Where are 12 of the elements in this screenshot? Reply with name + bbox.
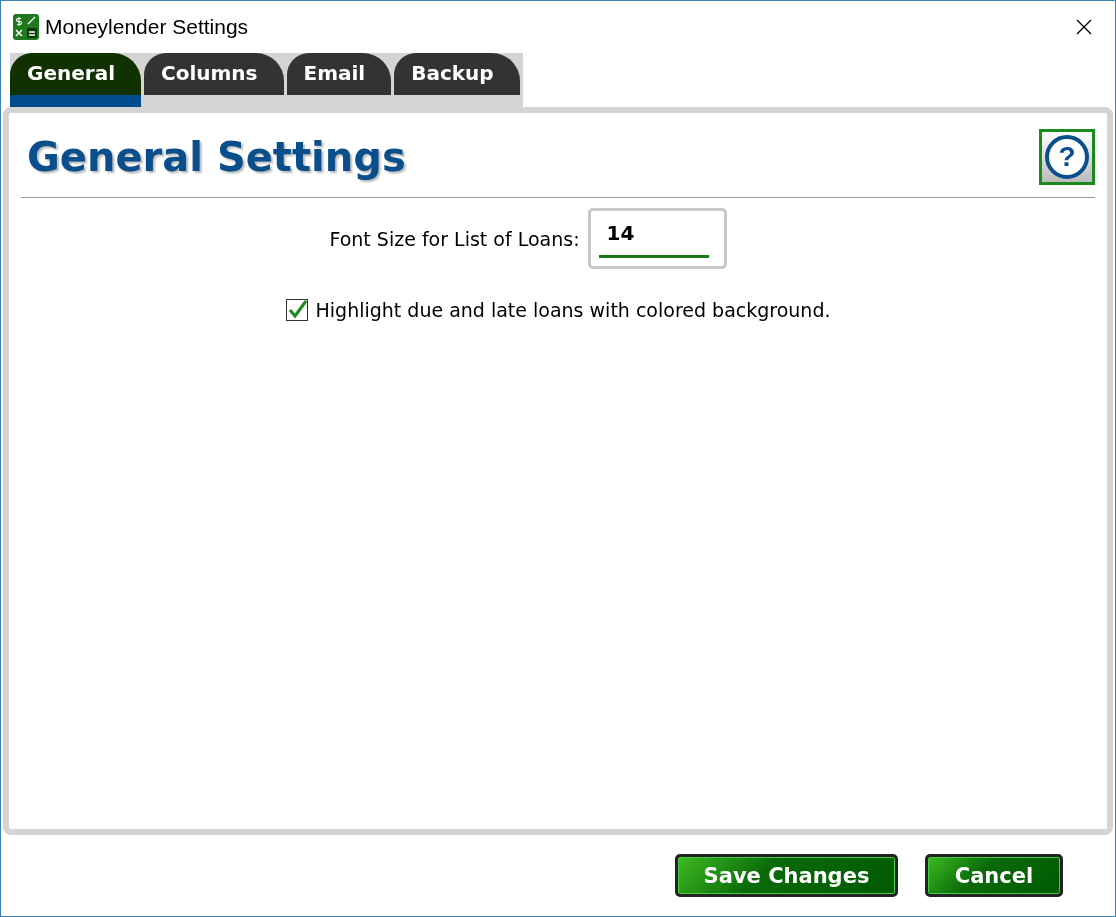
checkbox-label: Highlight due and late loans with colored background. bbox=[315, 299, 831, 321]
window-title: Moneylender Settings bbox=[45, 15, 250, 39]
checkbox[interactable] bbox=[285, 299, 308, 321]
calculator-icon bbox=[13, 14, 39, 40]
cancel-button[interactable]: Cancel bbox=[925, 854, 1063, 897]
font-size-field[interactable]: 14 bbox=[587, 208, 727, 269]
tab[interactable]: General bbox=[10, 53, 141, 107]
panel-heading: General Settings bbox=[27, 134, 406, 180]
close-icon bbox=[1076, 19, 1092, 35]
field-label: Font Size for List of Loans: bbox=[329, 227, 580, 250]
save-button[interactable]: Save Changes bbox=[675, 854, 898, 897]
help-button[interactable]: ? bbox=[1039, 129, 1095, 185]
